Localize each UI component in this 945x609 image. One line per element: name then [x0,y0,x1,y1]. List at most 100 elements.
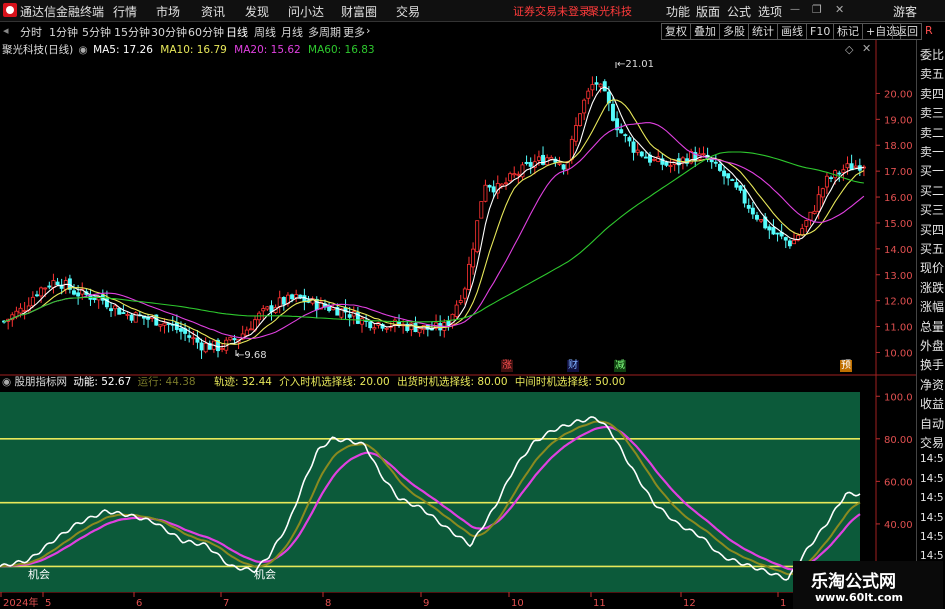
side-item-24[interactable]: 14:5 [920,512,944,524]
candle-body [248,328,253,331]
candle-body [47,285,52,288]
candle-body [129,314,134,321]
period-daily[interactable]: 日线 [226,24,248,40]
candle-body [35,294,39,297]
period-fenshi[interactable]: 分时 [20,24,42,40]
side-item-4[interactable]: 卖二 [920,124,944,141]
period-15min[interactable]: 15分钟 [114,24,150,40]
chart-close-icon[interactable]: ✕ [862,42,871,55]
side-item-22[interactable]: 14:5 [920,473,944,485]
diejia-button[interactable]: 叠加 [690,23,720,40]
candle-body [771,227,776,235]
candle-body [55,281,60,286]
side-item-13[interactable]: 涨幅 [920,298,944,315]
candle-body [471,248,476,268]
side-item-5[interactable]: 卖一 [920,143,944,160]
menu-faxian[interactable]: 发现 [245,3,269,20]
side-item-1[interactable]: 卖五 [920,65,944,82]
menu-shichang[interactable]: 市场 [156,3,180,20]
period-multi[interactable]: 多周期 [308,24,341,40]
side-item-3[interactable]: 卖三 [920,104,944,121]
candle-body [162,322,167,326]
event-yu-marker[interactable]: 预 [840,360,852,372]
back-button[interactable]: 返回 [892,23,922,40]
close-icon[interactable]: ✕ [835,3,844,16]
duogu-button[interactable]: 多股 [719,23,749,40]
kline-chart[interactable]: 20.00 19.00 18.00 17.00 16.00 15.00 14.00 13.00… [0,40,916,609]
side-item-20[interactable]: 交易 [920,434,944,451]
fuquan-button[interactable]: 复权 [661,23,691,40]
candle-body [487,184,492,188]
side-item-17[interactable]: 净资 [920,376,944,393]
candle-body [643,156,648,159]
minimize-icon[interactable]: — [790,4,800,15]
menu-gongneng[interactable]: 功能 [666,3,690,20]
event-cai-marker[interactable]: 财 [567,360,579,372]
side-item-14[interactable]: 总量 [920,318,944,335]
side-item-2[interactable]: 卖四 [920,85,944,102]
tongji-button[interactable]: 统计 [748,23,778,40]
guest-label[interactable]: 游客 [893,3,917,20]
side-item-0[interactable]: 委比 [920,46,944,63]
side-item-12[interactable]: 涨跌 [920,279,944,296]
period-weekly[interactable]: 周线 [254,24,276,40]
candle-body [619,129,624,134]
side-item-19[interactable]: 自动 [920,415,944,432]
huaxian-button[interactable]: 画线 [777,23,807,40]
biaoji-button[interactable]: 标记 [833,23,863,40]
event-jian-marker[interactable]: 减 [614,360,626,372]
ma60-label: MA60: 16.83 [308,44,375,56]
side-item-6[interactable]: 买一 [920,162,944,179]
f10-button[interactable]: F10 [806,23,835,40]
chuhuo-label: 出货时机选择线: 80.00 [397,376,508,388]
period-1min[interactable]: 1分钟 [49,24,78,40]
menu-banmian[interactable]: 版面 [696,3,720,20]
candle-body [158,324,163,327]
sub-indicator-icon[interactable]: ◉ [2,376,11,388]
candle-body [668,165,673,167]
side-item-10[interactable]: 买五 [920,240,944,257]
side-item-15[interactable]: 外盘 [920,337,944,354]
login-notice[interactable]: 证券交易未登录 [513,3,590,19]
candle-body [664,161,669,166]
candle-body [602,81,607,92]
candle-body [783,237,788,241]
candle-body [18,307,23,314]
menu-hangqing[interactable]: 行情 [113,3,137,20]
menu-xuanxiang[interactable]: 选项 [758,3,782,20]
side-item-11[interactable]: 现价 [920,259,944,276]
period-monthly[interactable]: 月线 [281,24,303,40]
candle-body [709,158,714,163]
menu-zixun[interactable]: 资讯 [201,3,225,20]
menu-jiaoyi[interactable]: 交易 [396,3,420,20]
low-price-label: ←9.68 [236,350,267,361]
side-item-23[interactable]: 14:5 [920,492,944,504]
side-item-25[interactable]: 14:5 [920,531,944,543]
quote-side-panel: 委比卖五卖四卖三卖二卖一买一买二买三买四买五现价涨跌涨幅总量外盘换手净资收益自动… [916,40,945,609]
side-item-21[interactable]: 14:5 [920,453,944,465]
candle-body [195,337,200,343]
period-5min[interactable]: 5分钟 [82,24,111,40]
menu-wenxiaoda[interactable]: 问小达 [288,3,324,20]
menu-caifuquan[interactable]: 财富圈 [341,3,377,20]
event-zhang-marker[interactable]: 涨 [501,360,513,372]
period-60min[interactable]: 60分钟 [188,24,224,40]
period-30min[interactable]: 30分钟 [151,24,187,40]
side-item-9[interactable]: 买四 [920,221,944,238]
side-item-18[interactable]: 收益 [920,395,944,412]
side-item-7[interactable]: 买二 [920,182,944,199]
chart-settings-icon[interactable]: ◇ [845,43,853,56]
candle-body [734,182,739,188]
candle-body [458,300,463,303]
restore-icon[interactable]: ❐ [812,3,822,16]
candle-body [290,294,295,300]
period-more[interactable]: 更多 [343,24,365,40]
side-item-16[interactable]: 换手 [920,356,944,373]
stock-tag[interactable]: 聚光科技 [588,3,632,19]
chevron-right-icon[interactable]: › [366,24,370,37]
indicator-menu-icon[interactable]: ◉ [79,44,88,56]
menu-gongshi[interactable]: 公式 [727,3,751,20]
candle-body [524,161,529,164]
side-item-8[interactable]: 买三 [920,201,944,218]
period-scroll-left-icon[interactable]: ◂ [3,24,9,37]
